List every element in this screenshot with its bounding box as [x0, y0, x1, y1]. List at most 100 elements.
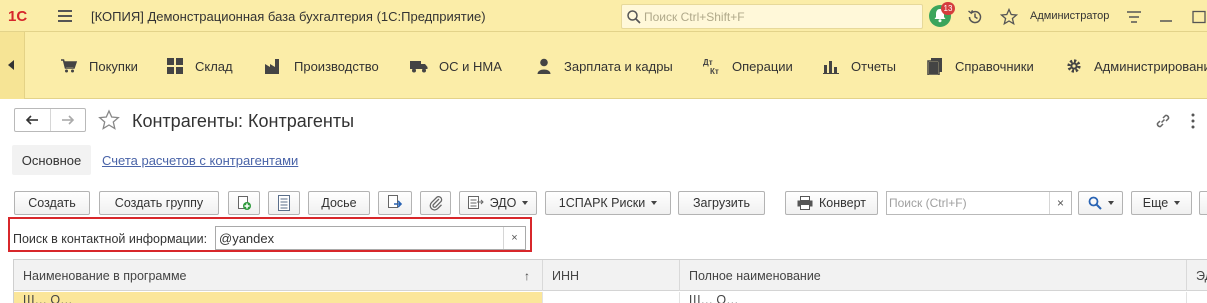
section-administration[interactable]: Администрирование	[1065, 56, 1207, 76]
search-icon	[627, 10, 641, 24]
envelope-label: Конверт	[819, 196, 866, 210]
section-reports[interactable]: Отчеты	[822, 56, 896, 76]
counterparties-table: Наименование в программе ↑ ИНН Полное на…	[13, 259, 1207, 303]
forward-arrow-icon[interactable]	[49, 109, 86, 131]
chevron-down-icon	[1174, 201, 1181, 205]
back-arrow-icon[interactable]	[15, 109, 50, 131]
section-label: Операции	[732, 58, 793, 74]
chevron-down-icon	[1107, 201, 1114, 205]
page-title: Контрагенты: Контрагенты	[132, 111, 355, 131]
section-operations[interactable]: Дт Кт Операции	[703, 56, 793, 76]
search-icon	[1088, 196, 1102, 210]
books-icon	[926, 57, 944, 75]
user-name[interactable]: Администратор	[1030, 10, 1109, 22]
column-header-inn[interactable]: ИНН	[543, 260, 680, 291]
maximize-icon[interactable]	[1190, 8, 1207, 26]
clear-search-icon[interactable]: ×	[1049, 192, 1071, 214]
contact-search-input[interactable]	[219, 230, 499, 246]
document-exchange-button[interactable]	[378, 191, 412, 215]
section-label: Склад	[195, 58, 233, 74]
link-icon[interactable]	[1154, 112, 1172, 130]
section-label: Покупки	[89, 58, 138, 74]
cell-full-name: Ш… О…	[680, 292, 1187, 303]
clear-contact-search-icon[interactable]: ×	[503, 227, 525, 249]
envelope-button[interactable]: Конверт	[785, 191, 878, 215]
favorite-star-icon[interactable]	[98, 109, 120, 131]
create-button[interactable]: Создать	[14, 191, 90, 215]
list-icon	[278, 195, 290, 211]
document-exchange-icon	[388, 195, 403, 208]
gear-icon	[1065, 58, 1083, 74]
svg-text:Кт: Кт	[710, 67, 719, 75]
person-icon	[535, 58, 553, 74]
logo-1c-icon: 1С	[8, 8, 27, 24]
warehouse-grid-icon	[166, 58, 184, 74]
table-header: Наименование в программе ↑ ИНН Полное на…	[14, 260, 1207, 291]
table-row[interactable]: Ш… О… Ш… О…	[14, 292, 1207, 303]
section-label: Отчеты	[851, 58, 896, 74]
more-actions-button[interactable]: Еще	[1131, 191, 1192, 215]
list-view-button[interactable]	[268, 191, 300, 215]
dt-kt-icon: Дт Кт	[703, 58, 721, 75]
more-vertical-icon[interactable]	[1190, 113, 1196, 129]
column-header-name[interactable]: Наименование в программе ↑	[14, 260, 543, 291]
list-search-input[interactable]	[889, 195, 1047, 211]
cell-name: Ш… О…	[14, 292, 543, 303]
svg-text:Дт: Дт	[703, 58, 713, 67]
bar-chart-icon	[822, 58, 840, 74]
contact-search-label: Поиск в контактной информации:	[13, 232, 208, 246]
list-search[interactable]: ×	[886, 191, 1072, 215]
section-warehouse[interactable]: Склад	[166, 56, 233, 76]
printer-icon	[797, 196, 813, 210]
edo-label: ЭДО	[489, 196, 517, 210]
history-icon[interactable]	[966, 8, 984, 26]
sections-scroll-left-icon[interactable]	[0, 32, 25, 99]
sort-ascending-icon: ↑	[524, 269, 530, 283]
spark-risks-button[interactable]: 1СПАРК Риски	[545, 191, 671, 215]
contact-search-field[interactable]: ×	[215, 226, 526, 250]
cell-inn	[543, 292, 680, 303]
notifications-bell-icon[interactable]: 13	[929, 2, 955, 27]
edo-dropdown-button[interactable]: ЭДО	[459, 191, 537, 215]
tab-main[interactable]: Основное	[12, 145, 91, 175]
cart-icon	[60, 58, 78, 74]
help-button[interactable]	[1199, 191, 1207, 215]
factory-icon	[265, 58, 283, 74]
section-purchases[interactable]: Покупки	[60, 56, 138, 76]
attach-file-button[interactable]	[420, 191, 451, 215]
cell-ed	[1187, 292, 1207, 303]
section-production[interactable]: Производство	[265, 56, 379, 76]
paperclip-icon	[429, 196, 442, 211]
window-title: [КОПИЯ] Демонстрационная база бухгалтери…	[91, 9, 486, 24]
copy-add-button[interactable]	[228, 191, 260, 215]
chevron-down-icon	[651, 201, 658, 205]
global-search[interactable]	[621, 4, 923, 29]
column-header-full-name[interactable]: Полное наименование	[680, 260, 1187, 291]
load-button[interactable]: Загрузить	[678, 191, 765, 215]
section-label: ОС и НМА	[439, 58, 502, 74]
tab-settlement-accounts[interactable]: Счета расчетов с контрагентами	[102, 153, 298, 168]
create-group-button[interactable]: Создать группу	[99, 191, 219, 215]
section-salary[interactable]: Зарплата и кадры	[535, 56, 673, 76]
section-label: Справочники	[955, 58, 1034, 74]
copy-add-icon	[238, 196, 251, 210]
column-label: Наименование в программе	[23, 268, 187, 283]
svg-text:1С: 1С	[8, 8, 27, 24]
sections-panel: Покупки Склад Производство ОС и НМА Зарп…	[0, 32, 1207, 99]
dossier-button[interactable]: Досье	[308, 191, 370, 215]
minimize-icon[interactable]	[1157, 8, 1175, 26]
more-actions-label: Еще	[1142, 196, 1169, 210]
section-label: Производство	[294, 58, 379, 74]
truck-icon	[410, 58, 428, 74]
section-catalogs[interactable]: Справочники	[926, 56, 1034, 76]
main-menu-icon[interactable]	[58, 10, 72, 22]
chevron-down-icon	[522, 201, 529, 205]
global-search-input[interactable]	[644, 8, 914, 26]
column-header-ed[interactable]: ЭД	[1187, 260, 1207, 291]
search-options-button[interactable]	[1078, 191, 1123, 215]
favorites-star-icon[interactable]	[1000, 8, 1018, 26]
settings-menu-icon[interactable]	[1125, 8, 1143, 26]
title-bar: 1С [КОПИЯ] Демонстрационная база бухгалт…	[0, 0, 1207, 32]
spark-risks-label: 1СПАРК Риски	[558, 196, 646, 210]
section-fixed-assets[interactable]: ОС и НМА	[410, 56, 502, 76]
